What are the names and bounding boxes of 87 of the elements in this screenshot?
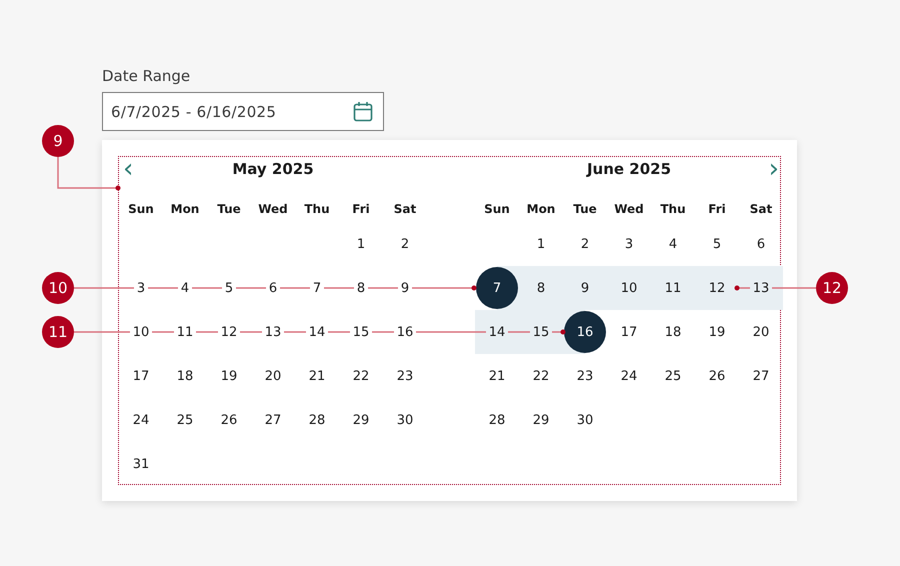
day-button[interactable]: 25: [164, 399, 206, 441]
weekday-header: Sat: [750, 201, 772, 218]
next-month-button[interactable]: ›: [768, 157, 779, 181]
day-button[interactable]: 8: [520, 267, 562, 309]
day-button[interactable]: 2: [564, 223, 606, 265]
weekday-header: Wed: [258, 201, 288, 218]
day-button[interactable]: 9: [384, 267, 426, 309]
day-button[interactable]: 16: [564, 311, 606, 353]
day-button[interactable]: 30: [564, 399, 606, 441]
day-button[interactable]: 7: [476, 267, 518, 309]
day-button[interactable]: 26: [696, 355, 738, 397]
leader-line: [57, 157, 120, 190]
day-button[interactable]: 23: [384, 355, 426, 397]
day-button[interactable]: 24: [120, 399, 162, 441]
callout-badge: 10: [42, 272, 74, 304]
date-range-field[interactable]: 6/7/2025 - 6/16/2025: [102, 92, 384, 131]
day-button[interactable]: 28: [476, 399, 518, 441]
day-button[interactable]: 15: [340, 311, 382, 353]
day-button[interactable]: 14: [476, 311, 518, 353]
month-title: May 2025: [231, 160, 315, 178]
day-button[interactable]: 12: [208, 311, 250, 353]
day-button[interactable]: 12: [696, 267, 738, 309]
day-button[interactable]: 2: [384, 223, 426, 265]
day-button[interactable]: 9: [564, 267, 606, 309]
weekday-header: Sun: [128, 201, 154, 218]
day-button[interactable]: 29: [520, 399, 562, 441]
day-button[interactable]: 23: [564, 355, 606, 397]
day-button[interactable]: 5: [208, 267, 250, 309]
day-button[interactable]: 21: [296, 355, 338, 397]
weekday-header: Tue: [573, 201, 597, 218]
calendar-icon[interactable]: [353, 101, 373, 122]
day-button[interactable]: 10: [608, 267, 650, 309]
weekday-header: Tue: [217, 201, 241, 218]
day-button[interactable]: 4: [164, 267, 206, 309]
day-button[interactable]: 13: [252, 311, 294, 353]
weekday-header: Fri: [352, 201, 370, 218]
callout-badge: 12: [816, 272, 848, 304]
day-button[interactable]: 18: [164, 355, 206, 397]
day-button[interactable]: 14: [296, 311, 338, 353]
day-button[interactable]: 17: [608, 311, 650, 353]
day-button[interactable]: 1: [520, 223, 562, 265]
day-button[interactable]: 3: [608, 223, 650, 265]
weekday-header: Mon: [526, 201, 556, 218]
day-button[interactable]: 26: [208, 399, 250, 441]
weekday-header: Fri: [708, 201, 726, 218]
callout-badge: 9: [42, 125, 74, 157]
day-button[interactable]: 22: [520, 355, 562, 397]
day-button[interactable]: 8: [340, 267, 382, 309]
day-button[interactable]: 28: [296, 399, 338, 441]
day-button[interactable]: 27: [740, 355, 782, 397]
day-button[interactable]: 22: [340, 355, 382, 397]
day-button[interactable]: 18: [652, 311, 694, 353]
day-button[interactable]: 10: [120, 311, 162, 353]
day-button[interactable]: 21: [476, 355, 518, 397]
day-button[interactable]: 16: [384, 311, 426, 353]
weekday-header: Thu: [304, 201, 330, 218]
day-button[interactable]: 20: [740, 311, 782, 353]
day-button[interactable]: 29: [340, 399, 382, 441]
day-button[interactable]: 31: [120, 443, 162, 485]
day-button[interactable]: 24: [608, 355, 650, 397]
weekday-header: Sun: [484, 201, 510, 218]
day-button[interactable]: 6: [740, 223, 782, 265]
day-button[interactable]: 20: [252, 355, 294, 397]
previous-month-button[interactable]: ‹: [123, 157, 134, 181]
day-button[interactable]: 4: [652, 223, 694, 265]
day-button[interactable]: 6: [252, 267, 294, 309]
day-button[interactable]: 3: [120, 267, 162, 309]
day-button[interactable]: 7: [296, 267, 338, 309]
weekday-header: Wed: [614, 201, 644, 218]
day-button[interactable]: 1: [340, 223, 382, 265]
weekday-header: Thu: [660, 201, 686, 218]
weekday-header: Mon: [170, 201, 200, 218]
callout-badge: 11: [42, 316, 74, 348]
day-button[interactable]: 30: [384, 399, 426, 441]
day-button[interactable]: 17: [120, 355, 162, 397]
day-button[interactable]: 19: [208, 355, 250, 397]
day-button[interactable]: 25: [652, 355, 694, 397]
weekday-header: Sat: [394, 201, 416, 218]
day-button[interactable]: 15: [520, 311, 562, 353]
day-button[interactable]: 19: [696, 311, 738, 353]
field-label: Date Range: [102, 66, 192, 86]
day-button[interactable]: 13: [740, 267, 782, 309]
day-button[interactable]: 27: [252, 399, 294, 441]
day-button[interactable]: 5: [696, 223, 738, 265]
month-title: June 2025: [585, 160, 672, 178]
day-button[interactable]: 11: [164, 311, 206, 353]
day-button[interactable]: 11: [652, 267, 694, 309]
